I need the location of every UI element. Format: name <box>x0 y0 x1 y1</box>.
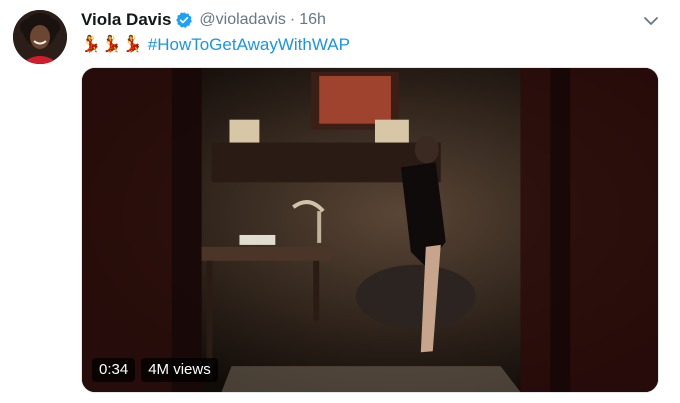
avatar-image <box>13 10 67 64</box>
avatar[interactable] <box>13 10 67 64</box>
chevron-down-icon[interactable] <box>642 12 660 30</box>
video-player[interactable]: 0:34 4M views <box>81 67 659 393</box>
dancer-emoji: 💃 <box>122 36 143 53</box>
video-meta: 0:34 4M views <box>92 358 218 382</box>
tweet-timestamp[interactable]: 16h <box>299 11 326 29</box>
tweet-header: Viola Davis @violadavis · 16h <box>81 9 326 31</box>
video-view-count: 4M views <box>141 358 218 382</box>
separator-dot: · <box>289 11 296 28</box>
author-name[interactable]: Viola Davis <box>81 10 171 30</box>
dancer-emoji: 💃 <box>81 36 101 53</box>
dancer-emoji: 💃 <box>101 36 122 53</box>
hashtag-link[interactable]: #HowToGetAwayWithWAP <box>148 35 350 55</box>
video-duration: 0:34 <box>92 358 136 382</box>
verified-badge-icon <box>176 12 193 28</box>
video-frame <box>82 68 658 392</box>
tweet: Viola Davis @violadavis · 16h 💃 💃 💃 #How… <box>0 0 680 403</box>
tweet-text: 💃 💃 💃 #HowToGetAwayWithWAP <box>81 34 350 56</box>
author-handle[interactable]: @violadavis <box>199 11 286 29</box>
